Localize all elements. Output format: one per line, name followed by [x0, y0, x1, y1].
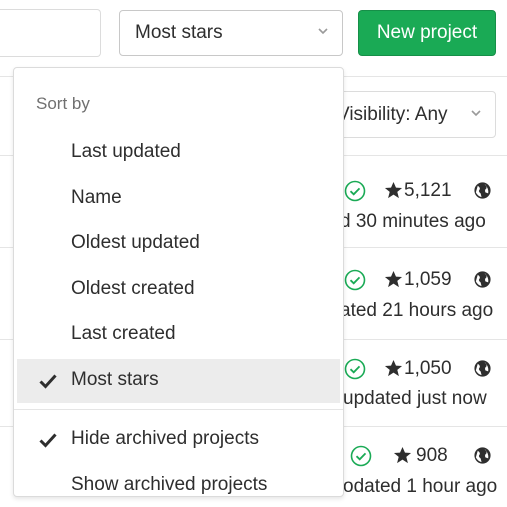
sort-option-oldest-updated[interactable]: Oldest updated [17, 222, 340, 266]
project-updated-time: d 30 minutes ago [340, 211, 486, 232]
chevron-down-icon [471, 110, 481, 117]
sort-option-last-updated[interactable]: Last updated [17, 131, 340, 175]
checkmark-icon [39, 433, 57, 448]
project-row-meta: 1,050 [330, 358, 507, 384]
star-icon [384, 181, 403, 199]
star-count[interactable]: 908 [416, 445, 448, 467]
sort-dropdown-menu: Sort by Last updated Name Oldest updated… [13, 67, 344, 497]
checkmark-icon [39, 374, 57, 389]
globe-icon [474, 360, 491, 377]
hide-archived-option[interactable]: Hide archived projects [17, 418, 340, 462]
star-count[interactable]: 1,059 [404, 269, 452, 291]
sort-option-most-stars[interactable]: Most stars [17, 359, 340, 403]
sort-dropdown-toggle[interactable]: Most stars [119, 10, 343, 56]
project-row-meta: 5,121 [330, 180, 507, 206]
new-project-button[interactable]: New project [358, 10, 496, 56]
pipeline-success-icon[interactable] [344, 358, 366, 380]
project-updated-time: updated just now [343, 388, 487, 409]
project-row-meta: 908 [330, 445, 507, 471]
globe-icon [474, 182, 491, 199]
sort-option-oldest-created[interactable]: Oldest created [17, 268, 340, 312]
dropdown-divider [14, 409, 343, 410]
star-count[interactable]: 1,050 [404, 358, 452, 380]
pipeline-success-icon[interactable] [344, 269, 366, 291]
project-updated-time: ated 21 hours ago [340, 300, 494, 321]
star-icon [384, 359, 403, 377]
visibility-filter-dropdown[interactable]: Visibility: Any [320, 91, 496, 138]
sort-selected-label: Most stars [135, 22, 223, 43]
globe-icon [474, 447, 491, 464]
visibility-filter-label: Visibility: Any [337, 103, 448, 125]
sort-option-last-created[interactable]: Last created [17, 313, 340, 357]
project-row-meta: 1,059 [330, 269, 507, 295]
pipeline-success-icon[interactable] [350, 445, 372, 467]
sort-by-header: Sort by [36, 94, 90, 113]
globe-icon [474, 271, 491, 288]
pipeline-success-icon[interactable] [344, 180, 366, 202]
show-archived-option[interactable]: Show archived projects [17, 464, 340, 496]
sort-option-name[interactable]: Name [17, 177, 340, 221]
search-input[interactable] [0, 9, 101, 57]
chevron-down-icon [318, 28, 328, 35]
star-icon [384, 270, 403, 288]
star-count[interactable]: 5,121 [404, 180, 452, 202]
star-icon [393, 446, 412, 464]
project-updated-time: odated 1 hour ago [343, 476, 498, 497]
